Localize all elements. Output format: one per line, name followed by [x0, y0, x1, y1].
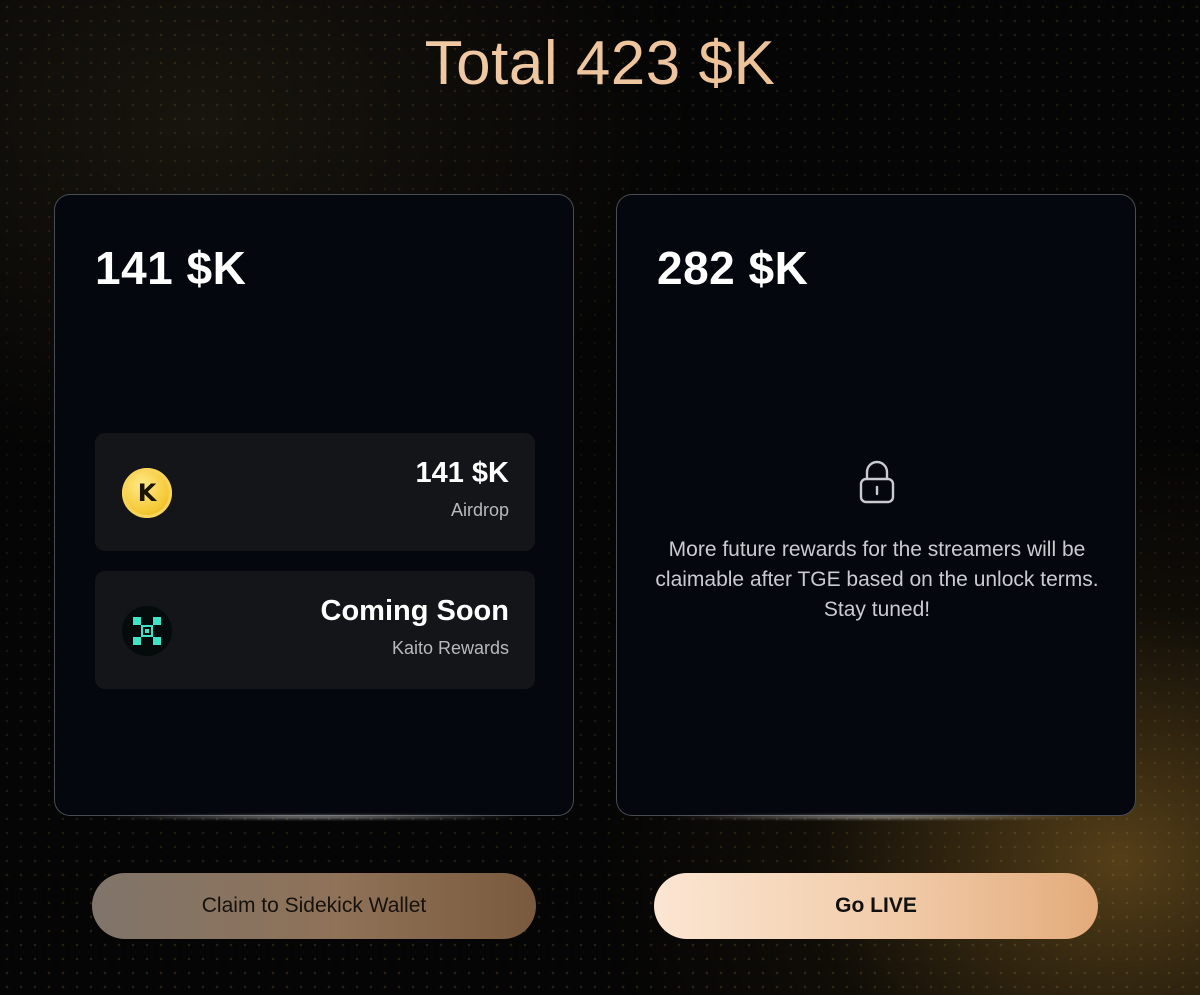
claimable-rewards-card: 141 $K K 141 $K Airdrop Coming Soon Kait…	[54, 194, 574, 816]
kaito-icon	[122, 606, 172, 656]
reward-value: Coming Soon	[320, 595, 509, 627]
go-live-button[interactable]: Go LIVE	[654, 873, 1098, 939]
locked-rewards-card: 282 $K More future rewards for the strea…	[616, 194, 1136, 816]
lock-icon	[858, 459, 896, 510]
reward-label: Airdrop	[450, 500, 509, 520]
locked-rewards-message: More future rewards for the streamers wi…	[655, 538, 1099, 621]
reward-label: Kaito Rewards	[391, 638, 509, 658]
claimable-amount: 141 $K	[95, 242, 247, 294]
reward-item-airdrop: K 141 $K Airdrop	[95, 433, 535, 551]
claim-to-wallet-button[interactable]: Claim to Sidekick Wallet	[92, 873, 536, 939]
reward-value: 141 $K	[415, 457, 509, 489]
page-title: Total 423 $K	[0, 28, 1200, 99]
locked-amount: 282 $K	[657, 242, 809, 294]
reward-item-kaito: Coming Soon Kaito Rewards	[95, 571, 535, 689]
k-token-icon: K	[122, 468, 172, 518]
